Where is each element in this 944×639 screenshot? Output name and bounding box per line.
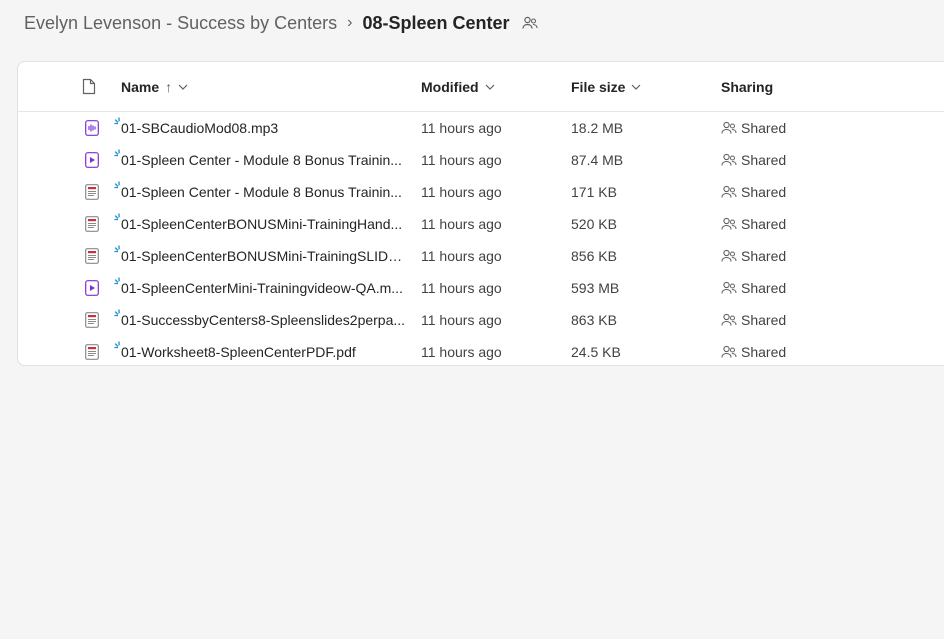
modified-time: 11 hours ago [421,120,502,136]
sort-ascending-icon: ↑ [165,78,173,95]
video-file-icon [82,144,102,176]
pdf-file-icon [82,336,102,365]
column-header-modified-label: Modified [421,78,479,95]
modified-time: 11 hours ago [421,280,502,296]
modified-time: 11 hours ago [421,184,502,200]
people-icon [721,313,737,327]
chevron-down-icon[interactable] [485,84,495,90]
file-size: 856 KB [571,248,617,264]
file-name-link[interactable]: 01-SpleenCenterBONUSMini-TrainingHand... [121,208,406,240]
sharing-status[interactable]: Shared [721,112,786,144]
people-icon [721,217,737,231]
sharing-status-label: Shared [741,248,787,264]
file-name-link[interactable]: 01-Spleen Center - Module 8 Bonus Traini… [121,144,406,176]
sharing-status-label: Shared [741,216,787,232]
sharing-status[interactable]: Shared [721,144,786,176]
sharing-status-label: Shared [741,280,787,296]
video-file-icon [82,272,102,304]
pdf-file-icon [82,304,102,336]
table-row[interactable]: 01-SpleenCenterMini-Trainingvideow-QA.m.… [18,272,944,304]
file-size: 863 KB [571,312,617,328]
file-size: 87.4 MB [571,152,624,168]
sharing-status[interactable]: Shared [721,272,786,304]
modified-time: 11 hours ago [421,344,502,360]
sharing-status[interactable]: Shared [721,176,786,208]
table-row[interactable]: 01-SBCaudioMod08.mp3 11 hours ago 18.2 MB S… [18,112,944,144]
file-size: 593 MB [571,280,620,296]
file-name-link[interactable]: 01-Worksheet8-SpleenCenterPDF.pdf [121,336,406,365]
modified-time: 11 hours ago [421,216,502,232]
chevron-down-icon[interactable] [631,84,641,90]
column-header-row: Name ↑ Modified File size Sharing [18,62,944,112]
file-name-link[interactable]: 01-SpleenCenterMini-Trainingvideow-QA.m.… [121,272,406,304]
audio-file-icon [82,112,102,144]
sharing-status-label: Shared [741,344,787,360]
table-row[interactable]: 01-Spleen Center - Module 8 Bonus Traini… [18,144,944,176]
sharing-status[interactable]: Shared [721,240,786,272]
column-header-modified[interactable]: Modified [421,62,495,111]
sharing-status-label: Shared [741,184,787,200]
sharing-status-label: Shared [741,152,787,168]
people-icon [721,249,737,263]
sharing-status[interactable]: Shared [721,336,787,365]
pdf-file-icon [82,208,102,240]
sharing-status-label: Shared [741,312,787,328]
file-list-card: Name ↑ Modified File size Sharing 01-SBC… [17,61,944,366]
breadcrumb: Evelyn Levenson - Success by Centers › 0… [24,10,538,36]
file-rows: 01-SBCaudioMod08.mp3 11 hours ago 18.2 MB S… [18,112,944,365]
modified-time: 11 hours ago [421,152,502,168]
file-size: 18.2 MB [571,120,624,136]
people-icon [721,153,737,167]
column-header-name-label: Name [121,78,160,95]
chevron-right-icon: › [347,14,353,31]
people-icon[interactable] [521,16,538,30]
column-header-sharing-label: Sharing [721,78,774,95]
table-row[interactable]: 01-SuccessbyCenters8-Spleenslides2perpa.… [18,304,944,336]
people-icon [721,345,737,359]
column-header-sharing[interactable]: Sharing [721,62,773,111]
table-row[interactable]: 01-SpleenCenterBONUSMini-TrainingSLIDE..… [18,240,944,272]
people-icon [721,121,737,135]
file-size: 171 KB [571,184,617,200]
column-header-file-size-label: File size [571,78,626,95]
people-icon [721,185,737,199]
file-name-link[interactable]: 01-SpleenCenterBONUSMini-TrainingSLIDE..… [121,240,406,272]
file-name-link[interactable]: 01-Spleen Center - Module 8 Bonus Traini… [121,176,406,208]
file-type-header-icon[interactable] [82,62,96,111]
sharing-status[interactable]: Shared [721,208,786,240]
table-row[interactable]: 01-Spleen Center - Module 8 Bonus Traini… [18,176,944,208]
breadcrumb-current-folder: 08-Spleen Center [362,12,510,33]
breadcrumb-parent-link[interactable]: Evelyn Levenson - Success by Centers [24,13,337,34]
pdf-file-icon [82,176,102,208]
column-header-name[interactable]: Name ↑ [121,62,188,111]
modified-time: 11 hours ago [421,312,502,328]
pdf-file-icon [82,240,102,272]
table-row[interactable]: 01-SpleenCenterBONUSMini-TrainingHand...… [18,208,944,240]
sharing-status-label: Shared [741,120,787,136]
file-size: 24.5 KB [571,344,621,360]
file-name-link[interactable]: 01-SBCaudioMod08.mp3 [121,112,406,144]
modified-time: 11 hours ago [421,248,502,264]
chevron-down-icon[interactable] [178,84,188,90]
column-header-file-size[interactable]: File size [571,62,641,111]
people-icon [721,281,737,295]
file-name-link[interactable]: 01-SuccessbyCenters8-Spleenslides2perpa.… [121,304,406,336]
table-row[interactable]: 01-Worksheet8-SpleenCenterPDF.pdf 11 hour… [18,336,944,365]
sharing-status[interactable]: Shared [721,304,786,336]
file-size: 520 KB [571,216,617,232]
